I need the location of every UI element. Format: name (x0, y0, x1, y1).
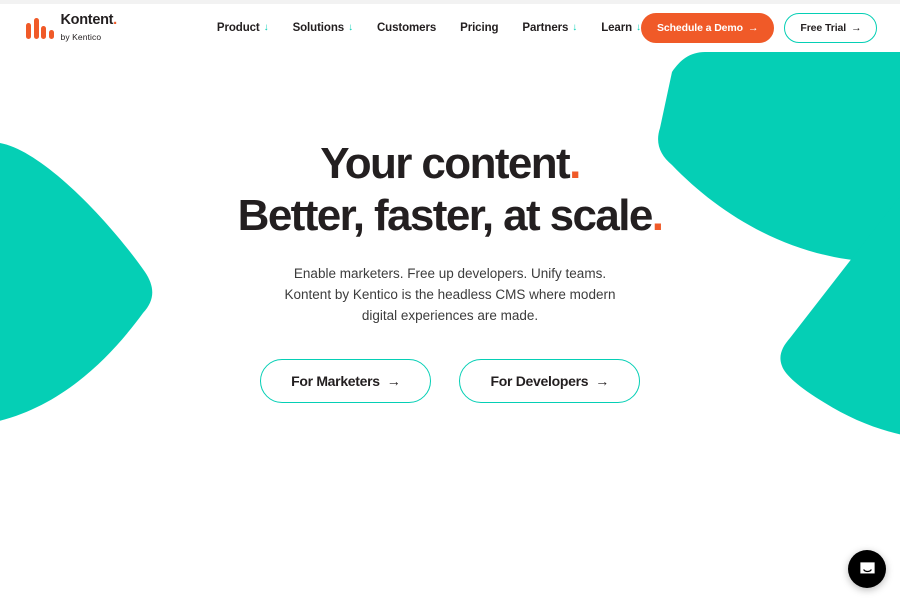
nav-item-pricing[interactable]: Pricing (460, 22, 498, 34)
nav-label: Product (216, 22, 260, 34)
brand-logo[interactable]: Kontent. by Kentico (26, 12, 117, 44)
chat-bubble-icon (859, 561, 875, 573)
arrow-right-icon: → (851, 22, 862, 34)
site-header: Kontent. by Kentico Product ↓ Solutions … (0, 4, 878, 52)
schedule-demo-button[interactable]: Schedule a Demo → (640, 13, 775, 43)
nav-label: Learn (601, 22, 633, 34)
main-navigation: Product ↓ Solutions ↓ Customers Pricing … (217, 22, 641, 34)
nav-item-customers[interactable]: Customers (377, 22, 436, 34)
hero-subheadline: Enable marketers. Free up developers. Un… (284, 266, 616, 323)
free-trial-button[interactable]: Free Trial → (784, 13, 878, 43)
for-developers-button[interactable]: For Developers → (459, 358, 640, 403)
headline-line-2: Better, faster, at scale (237, 191, 654, 240)
nav-item-solutions[interactable]: Solutions ↓ (292, 22, 354, 34)
nav-label: Pricing (460, 22, 499, 34)
button-label: Free Trial (800, 22, 847, 34)
landing-page: Kontent. by Kentico Product ↓ Solutions … (0, 0, 900, 600)
header-actions: Schedule a Demo → Free Trial → (640, 13, 878, 43)
chevron-down-icon: ↓ (348, 22, 353, 33)
button-label: Schedule a Demo (656, 22, 743, 34)
nav-item-product[interactable]: Product ↓ (217, 22, 269, 34)
top-edge-strip (0, 0, 900, 4)
nav-label: Solutions (292, 22, 345, 34)
left-teal-shape (0, 143, 153, 421)
nav-label: Customers (376, 22, 437, 34)
button-label: For Developers (490, 372, 589, 389)
logo-bars-icon (26, 17, 54, 39)
chevron-down-icon: ↓ (572, 22, 578, 33)
button-label: For Marketers (291, 372, 380, 389)
hero-headline: Your content. Better, faster, at scale. (237, 139, 664, 240)
brand-dot: . (113, 12, 117, 28)
chevron-down-icon: ↓ (263, 22, 269, 33)
nav-item-partners[interactable]: Partners ↓ (522, 22, 577, 34)
arrow-right-icon: → (386, 372, 401, 389)
arrow-right-icon: → (747, 22, 759, 34)
for-marketers-button[interactable]: For Marketers → (260, 358, 432, 403)
chat-widget-button[interactable] (848, 550, 886, 588)
headline-line-1: Your content (320, 139, 570, 188)
brand-name: Kontent (60, 12, 114, 28)
upper-right-teal-shape (658, 52, 900, 262)
nav-label: Partners (522, 22, 569, 34)
headline-dot-1: . (569, 139, 581, 188)
nav-item-learn[interactable]: Learn ↓ (601, 22, 641, 34)
arrow-right-icon: → (595, 372, 609, 389)
logo-wordmark: Kontent. by Kentico (60, 12, 118, 44)
headline-dot-2: . (651, 191, 664, 240)
hero-cta-row: For Marketers → For Developers → (260, 358, 640, 403)
hero-section: Your content. Better, faster, at scale. … (0, 0, 900, 600)
lower-right-teal-shape (780, 196, 900, 435)
brand-tagline: by Kentico (60, 32, 102, 42)
